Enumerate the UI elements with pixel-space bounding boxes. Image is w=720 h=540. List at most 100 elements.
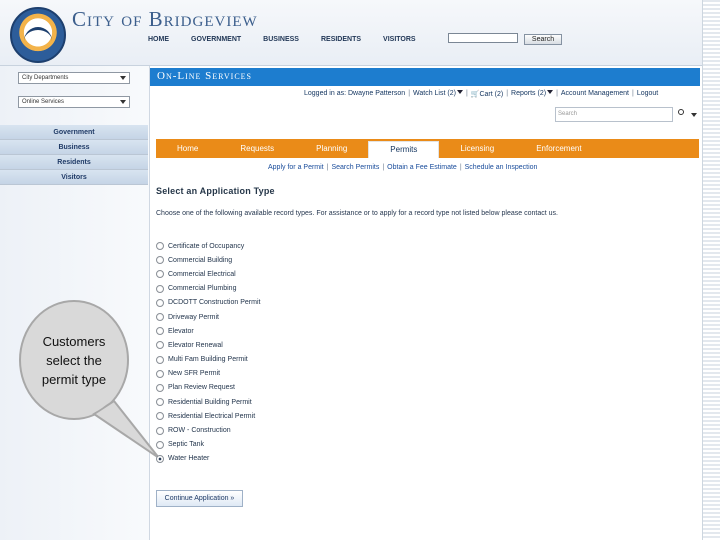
main-content: On-Line Services Logged in as: Dwayne Pa… xyxy=(150,66,702,540)
radio-button[interactable] xyxy=(156,383,164,392)
radio-button[interactable] xyxy=(156,313,164,322)
record-option[interactable]: Septic Tank xyxy=(156,438,356,452)
sidebar-item-visitors[interactable]: Visitors xyxy=(0,170,148,185)
radio-button[interactable] xyxy=(156,426,164,435)
chevron-down-icon xyxy=(120,100,126,104)
top-navigation: HOME GOVERNMENT BUSINESS RESIDENTS VISIT… xyxy=(148,32,416,48)
account-management-link[interactable]: Account Management xyxy=(561,90,629,98)
record-option[interactable]: Certificate of Occupancy xyxy=(156,239,356,253)
cart-link[interactable]: 🛒Cart (2) xyxy=(471,90,503,98)
record-option[interactable]: ROW - Construction xyxy=(156,423,356,437)
tab-planning[interactable]: Planning xyxy=(295,139,368,158)
bridge-icon xyxy=(24,27,52,41)
record-option[interactable]: Residential Building Permit xyxy=(156,395,356,409)
watch-list-link[interactable]: Watch List (2) xyxy=(413,90,463,98)
radio-button[interactable] xyxy=(156,270,164,279)
record-option[interactable]: Multi Fam Building Permit xyxy=(156,353,356,367)
callout-bubble: Customers select the permit type xyxy=(18,298,158,459)
search-icon[interactable] xyxy=(678,109,684,115)
account-links: Logged in as: Dwayne Patterson | Watch Li… xyxy=(304,90,659,98)
schedule-inspection-link[interactable]: Schedule an Inspection xyxy=(465,164,538,171)
search-permits-link[interactable]: Search Permits xyxy=(331,164,379,171)
tab-permits[interactable]: Permits xyxy=(368,141,440,158)
record-option[interactable]: DCDOTT Construction Permit xyxy=(156,296,356,310)
instructions: Choose one of the following available re… xyxy=(156,210,558,217)
radio-button[interactable] xyxy=(156,327,164,336)
chevron-down-icon xyxy=(456,90,463,94)
chevron-down-icon xyxy=(120,76,126,80)
sidebar-item-residents[interactable]: Residents xyxy=(0,155,148,170)
radio-button[interactable] xyxy=(156,369,164,378)
radio-button[interactable] xyxy=(156,341,164,350)
departments-dropdown-value: City Departments xyxy=(22,75,69,81)
tab-enforcement[interactable]: Enforcement xyxy=(515,139,602,158)
services-dropdown[interactable]: Online Services xyxy=(18,96,130,108)
record-option-label: Septic Tank xyxy=(168,441,205,449)
chevron-down-icon[interactable] xyxy=(691,113,697,117)
record-option-label: Commercial Building xyxy=(168,256,233,264)
record-option[interactable]: New SFR Permit xyxy=(156,367,356,381)
site-search-button[interactable]: Search xyxy=(524,34,562,45)
record-option[interactable]: Commercial Plumbing xyxy=(156,282,356,296)
record-option-selected[interactable]: Water Heater xyxy=(156,452,356,466)
radio-button-selected[interactable] xyxy=(156,454,164,463)
record-option[interactable]: Elevator Renewal xyxy=(156,338,356,352)
radio-button[interactable] xyxy=(156,398,164,407)
services-title: On-Line Services xyxy=(157,70,252,82)
logout-link[interactable]: Logout xyxy=(637,90,658,98)
radio-button[interactable] xyxy=(156,284,164,293)
sidebar-links: Government Business Residents Visitors xyxy=(0,125,148,185)
record-option[interactable]: Residential Electrical Permit xyxy=(156,409,356,423)
record-option-label: Certificate of Occupancy xyxy=(168,242,245,250)
continue-application-button[interactable]: Continue Application » xyxy=(156,490,243,507)
nav-residents[interactable]: RESIDENTS xyxy=(321,32,361,48)
record-option-label: ROW - Construction xyxy=(168,427,231,435)
record-option-label: Driveway Permit xyxy=(168,313,219,321)
services-search-input[interactable]: Search xyxy=(555,107,673,122)
record-option-label: Residential Electrical Permit xyxy=(168,412,256,420)
page-scroll-edge[interactable] xyxy=(702,0,720,540)
online-services-bar: On-Line Services xyxy=(150,68,700,86)
record-option[interactable]: Commercial Electrical xyxy=(156,267,356,281)
sidebar-item-government[interactable]: Government xyxy=(0,125,148,140)
departments-dropdown[interactable]: City Departments xyxy=(18,72,130,84)
record-option-label: Elevator xyxy=(168,327,194,335)
site-title: City of Bridgeview xyxy=(72,7,258,31)
radio-button[interactable] xyxy=(156,440,164,449)
radio-button[interactable] xyxy=(156,412,164,421)
site-search-input[interactable] xyxy=(448,33,518,43)
record-option-label: Residential Building Permit xyxy=(168,398,252,406)
chevron-down-icon xyxy=(547,90,554,94)
radio-button[interactable] xyxy=(156,298,164,307)
nav-visitors[interactable]: VISITORS xyxy=(383,32,416,48)
permits-subnav: Apply for a Permit | Search Permits | Obta… xyxy=(268,163,538,171)
record-option-label: Water Heater xyxy=(168,455,210,463)
record-option-label: Commercial Electrical xyxy=(168,270,236,278)
services-dropdown-value: Online Services xyxy=(22,99,65,105)
record-option-label: New SFR Permit xyxy=(168,370,221,378)
fee-estimate-link[interactable]: Obtain a Fee Estimate xyxy=(387,164,457,171)
radio-button[interactable] xyxy=(156,242,164,251)
record-option[interactable]: Plan Review Request xyxy=(156,381,356,395)
radio-button[interactable] xyxy=(156,256,164,265)
record-option[interactable]: Driveway Permit xyxy=(156,310,356,324)
radio-button[interactable] xyxy=(156,355,164,364)
record-option[interactable]: Commercial Building xyxy=(156,253,356,267)
nav-government[interactable]: GOVERNMENT xyxy=(191,32,241,48)
tab-requests[interactable]: Requests xyxy=(219,139,295,158)
reports-link[interactable]: Reports (2) xyxy=(511,90,554,98)
record-option-label: Elevator Renewal xyxy=(168,341,223,349)
section-title: Select an Application Type xyxy=(156,186,275,196)
record-option[interactable]: Elevator xyxy=(156,324,356,338)
nav-business[interactable]: BUSINESS xyxy=(263,32,299,48)
apply-permit-link[interactable]: Apply for a Permit xyxy=(268,164,324,171)
service-tabs: Home Requests Planning Permits Licensing… xyxy=(156,139,699,158)
tab-home[interactable]: Home xyxy=(156,139,219,158)
tab-licensing[interactable]: Licensing xyxy=(439,139,515,158)
logged-in-text: Logged in as: Dwayne Patterson xyxy=(304,90,406,97)
nav-home[interactable]: HOME xyxy=(148,32,169,48)
sidebar-item-business[interactable]: Business xyxy=(0,140,148,155)
record-type-options: Certificate of Occupancy Commercial Buil… xyxy=(156,239,356,466)
record-option-label: DCDOTT Construction Permit xyxy=(168,299,261,307)
record-option-label: Commercial Plumbing xyxy=(168,285,237,293)
